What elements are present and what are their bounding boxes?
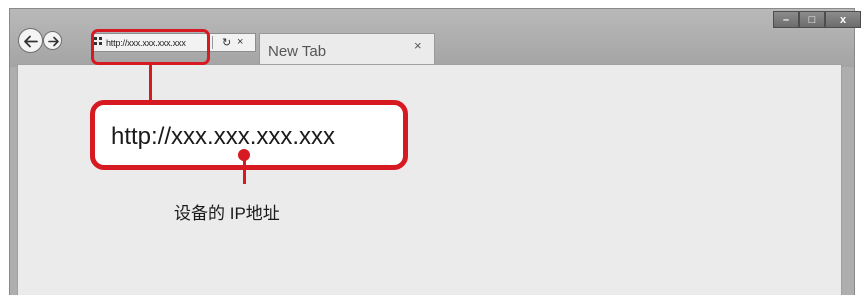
stop-icon[interactable]: × [237, 36, 243, 48]
callout-caption: 设备的 IP地址 [174, 204, 280, 223]
callout-connector [149, 65, 152, 100]
back-button[interactable] [18, 28, 43, 53]
minimize-button[interactable]: – [773, 11, 799, 28]
page-content [17, 64, 842, 295]
callout-url-text: http://xxx.xxx.xxx.xxx [111, 123, 336, 150]
window-controls: – □ x [773, 11, 861, 28]
refresh-icon[interactable]: ↻ [222, 36, 231, 49]
forward-button[interactable] [43, 31, 62, 50]
url-callout: http://xxx.xxx.xxx.xxx [90, 100, 408, 170]
caption-connector [243, 159, 246, 184]
maximize-button[interactable]: □ [799, 11, 825, 28]
tab-label: New Tab [268, 43, 327, 60]
forward-arrow-icon [48, 36, 59, 47]
address-highlight [91, 29, 210, 65]
tab-close-icon[interactable]: × [414, 38, 422, 53]
close-button[interactable]: x [825, 11, 861, 28]
tab-new-tab[interactable]: New Tab × [259, 33, 435, 65]
back-arrow-icon [24, 35, 38, 48]
address-divider [212, 36, 213, 49]
